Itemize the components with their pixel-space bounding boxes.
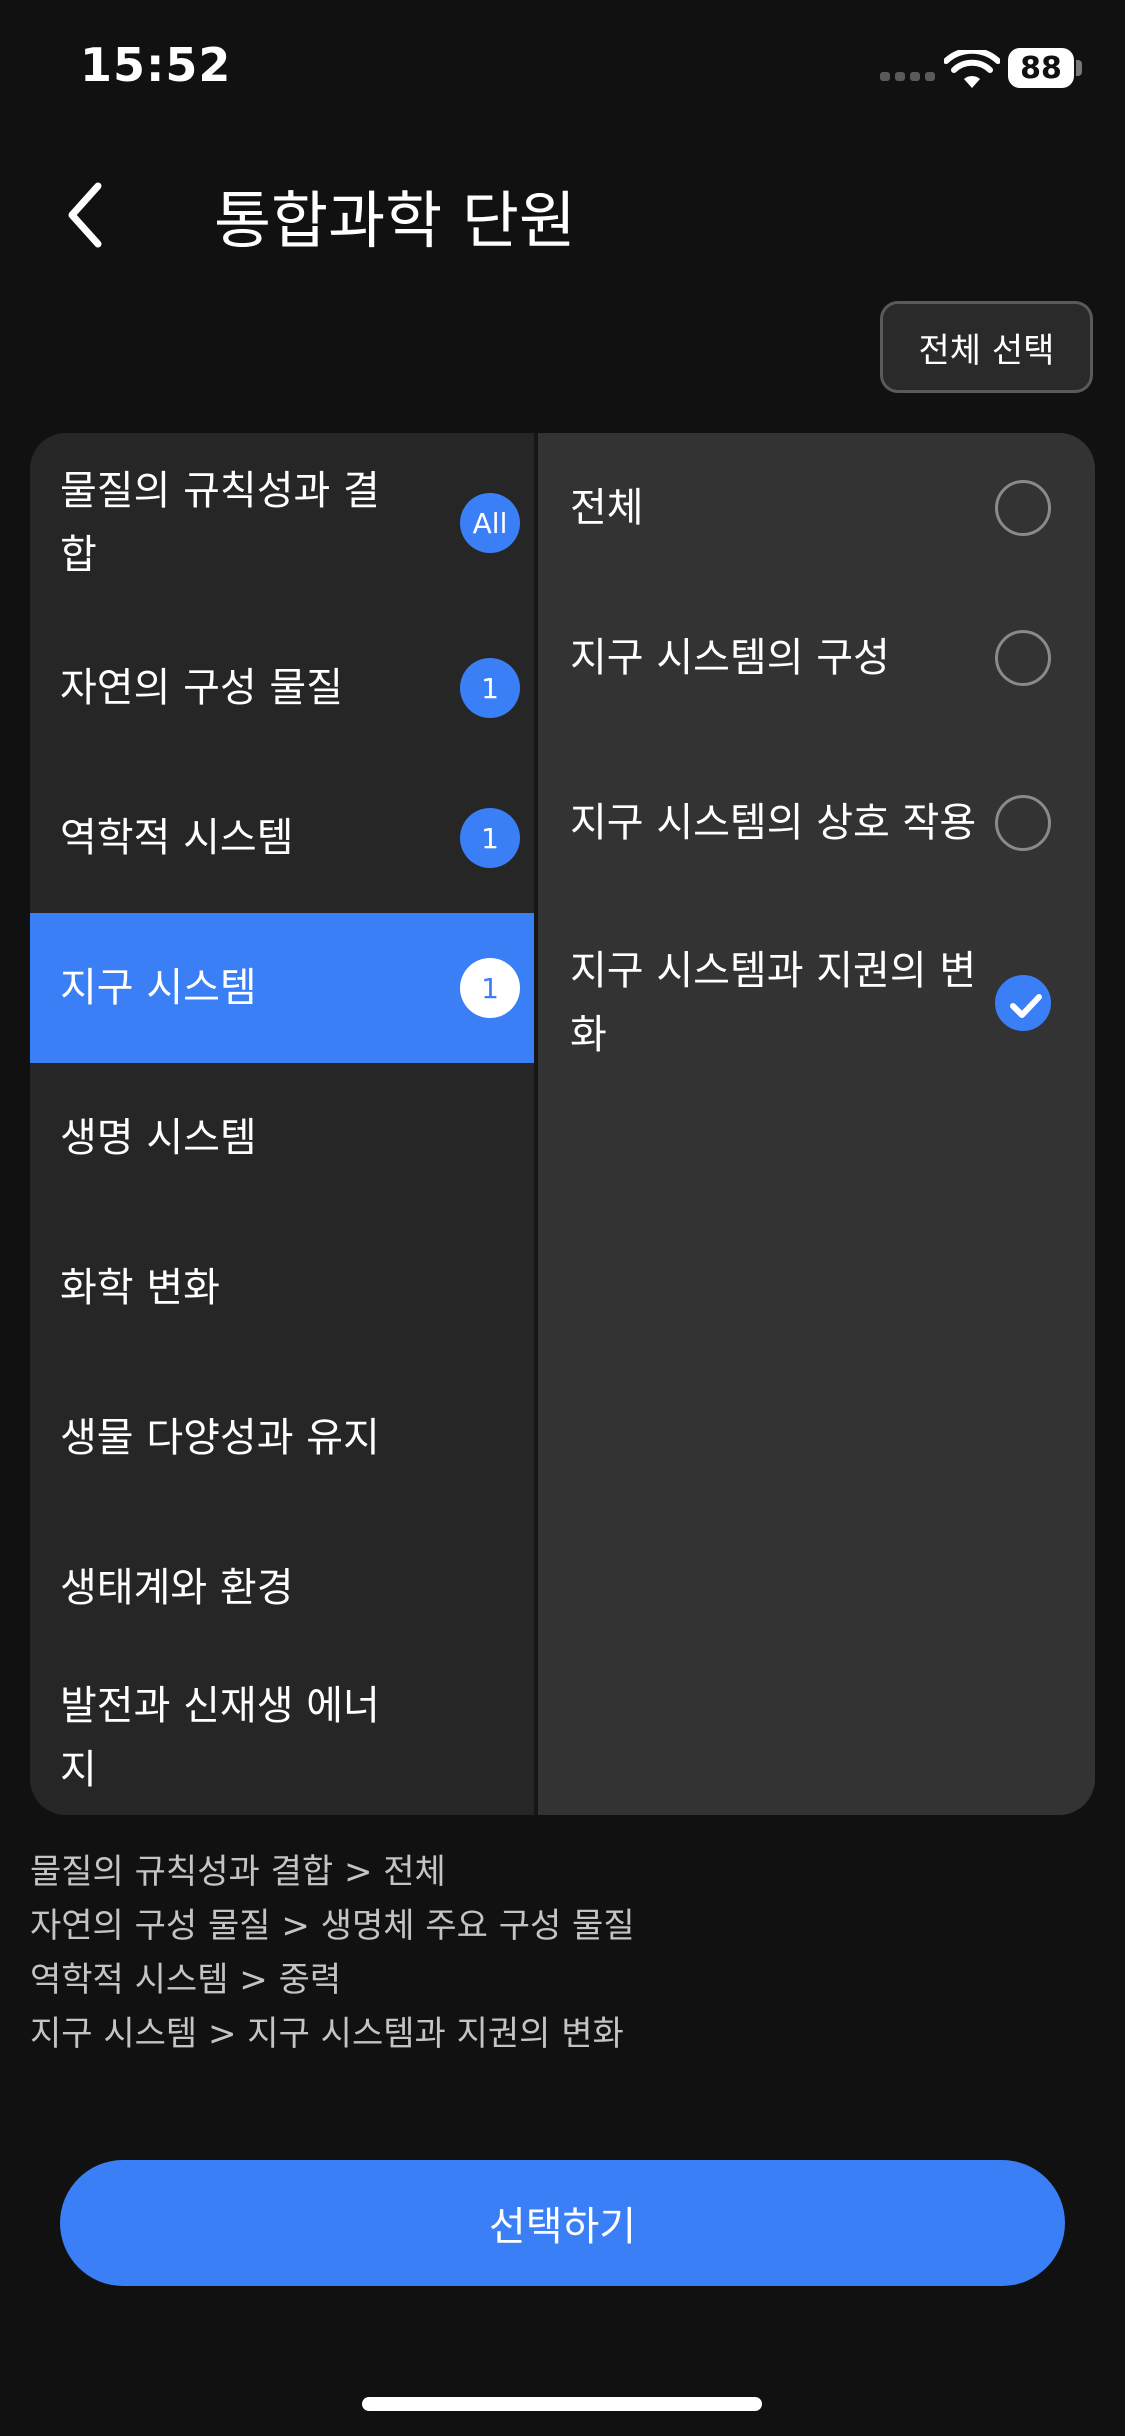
- unit-label: 생태계와 환경: [60, 1565, 294, 1611]
- summary-line: 역학적 시스템 > 중력: [30, 1960, 342, 2000]
- unit-item[interactable]: 생물 다양성과 유지: [30, 1363, 534, 1513]
- topic-list: 전체 지구 시스템의 구성 지구 시스템의 상호 작용 지구 시스템과 지권의 …: [538, 433, 1095, 1815]
- radio-unchecked-icon[interactable]: [995, 480, 1051, 536]
- unit-picker-panel: 물질의 규칙성과 결합 All 자연의 구성 물질 1 역학적 시스템 1 지구…: [30, 433, 1095, 1815]
- status-bar: 15:52 88: [0, 0, 1125, 140]
- topic-item[interactable]: 전체: [538, 433, 1095, 583]
- home-indicator[interactable]: [362, 2397, 762, 2411]
- unit-label: 발전과 신재생 에너지: [60, 1683, 380, 1793]
- unit-item[interactable]: 역학적 시스템 1: [30, 763, 534, 913]
- unit-item[interactable]: 발전과 신재생 에너지: [30, 1663, 534, 1813]
- unit-item[interactable]: 화학 변화: [30, 1213, 534, 1363]
- unit-label: 물질의 규칙성과 결합: [60, 468, 380, 578]
- chevron-left-icon: [68, 182, 102, 248]
- unit-badge: 1: [460, 958, 520, 1018]
- cellular-signal-icon: [880, 72, 935, 81]
- unit-label: 지구 시스템: [60, 965, 257, 1011]
- unit-label: 역학적 시스템: [60, 815, 294, 861]
- unit-item[interactable]: 물질의 규칙성과 결합 All: [30, 433, 534, 613]
- selection-summary: 물질의 규칙성과 결합 > 전체 자연의 구성 물질 > 생명체 주요 구성 물…: [30, 1845, 635, 2061]
- battery-icon: 88: [1008, 48, 1074, 88]
- topic-label: 지구 시스템의 상호 작용: [570, 800, 977, 846]
- unit-label: 자연의 구성 물질: [60, 665, 344, 711]
- unit-item-selected[interactable]: 지구 시스템 1: [30, 913, 534, 1063]
- unit-item[interactable]: 자연의 구성 물질 1: [30, 613, 534, 763]
- topic-label: 지구 시스템과 지권의 변화: [570, 948, 977, 1058]
- checkmark-icon: [1010, 994, 1042, 1018]
- topic-item[interactable]: 지구 시스템의 상호 작용: [538, 733, 1095, 913]
- unit-badge: All: [460, 493, 520, 553]
- unit-badge: 1: [460, 808, 520, 868]
- status-time: 15:52: [80, 38, 232, 92]
- summary-line: 자연의 구성 물질 > 생명체 주요 구성 물질: [30, 1906, 635, 1946]
- topic-item[interactable]: 지구 시스템과 지권의 변화: [538, 913, 1095, 1093]
- unit-label: 생명 시스템: [60, 1115, 257, 1161]
- unit-label: 생물 다양성과 유지: [60, 1415, 380, 1461]
- topic-label: 전체: [570, 485, 644, 531]
- unit-item[interactable]: 생명 시스템: [30, 1063, 534, 1213]
- summary-line: 지구 시스템 > 지구 시스템과 지권의 변화: [30, 2014, 624, 2054]
- back-button[interactable]: [50, 170, 130, 260]
- wifi-icon: [944, 50, 1000, 88]
- summary-line: 물질의 규칙성과 결합 > 전체: [30, 1852, 446, 1892]
- battery-cap: [1076, 60, 1082, 76]
- radio-unchecked-icon[interactable]: [995, 795, 1051, 851]
- unit-item[interactable]: 생태계와 환경: [30, 1513, 534, 1663]
- confirm-button[interactable]: 선택하기: [60, 2160, 1065, 2286]
- page-title: 통합과학 단원: [214, 184, 576, 257]
- unit-label: 화학 변화: [60, 1265, 220, 1311]
- radio-checked-icon[interactable]: [995, 975, 1051, 1031]
- battery-level: 88: [1020, 50, 1062, 86]
- radio-unchecked-icon[interactable]: [995, 630, 1051, 686]
- topic-label: 지구 시스템의 구성: [570, 635, 890, 681]
- select-all-button[interactable]: 전체 선택: [880, 301, 1093, 393]
- unit-badge: 1: [460, 658, 520, 718]
- topic-item[interactable]: 지구 시스템의 구성: [538, 583, 1095, 733]
- unit-list: 물질의 규칙성과 결합 All 자연의 구성 물질 1 역학적 시스템 1 지구…: [30, 433, 534, 1815]
